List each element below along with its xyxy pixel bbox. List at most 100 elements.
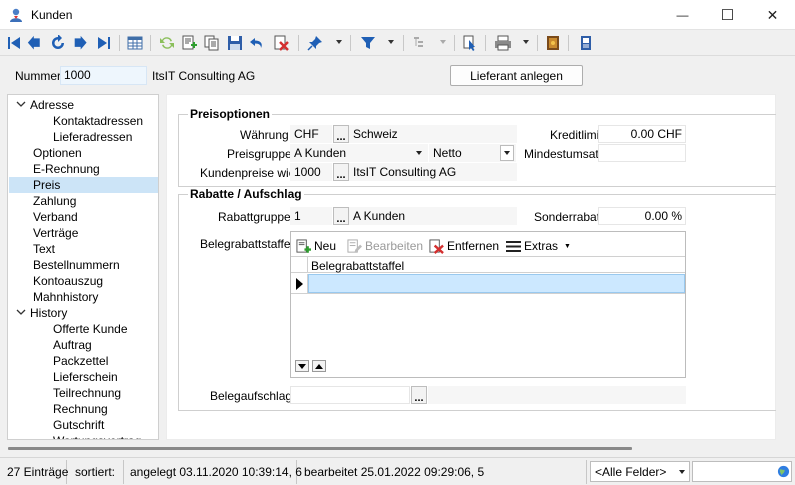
belegaufschlag-text <box>428 386 686 404</box>
chevron-down-icon[interactable] <box>16 99 26 111</box>
sonderrabatt-input[interactable]: 0.00 % <box>598 207 686 225</box>
tree-item-bestellnummern[interactable]: Bestellnummern <box>33 257 120 273</box>
tree-item-lieferadressen[interactable]: Lieferadressen <box>53 129 132 145</box>
kundenpreise-label: Kundenpreise wie <box>200 166 296 180</box>
kundenpreise-lookup-button[interactable]: ... <box>333 163 349 181</box>
tree-item-packzettel[interactable]: Packzettel <box>53 353 108 369</box>
tree-item-text[interactable]: Text <box>33 241 55 257</box>
tree-item-rechnung[interactable]: Rechnung <box>53 401 108 417</box>
rabattgruppe-lookup-button[interactable]: ... <box>333 207 349 225</box>
mindestumsatz-label: Mindestumsatz <box>524 147 605 161</box>
neu-button[interactable]: Neu <box>296 238 336 254</box>
tree-item-lieferschein[interactable]: Lieferschein <box>53 369 118 385</box>
waehrung-lookup-button[interactable]: ... <box>333 125 349 143</box>
nummer-input[interactable]: 1000 <box>60 66 147 85</box>
mindestumsatz-input[interactable] <box>598 144 686 162</box>
toolbar-separator <box>350 35 351 51</box>
move-down-button[interactable] <box>295 360 309 372</box>
chevron-down-icon[interactable] <box>675 464 689 479</box>
vertical-scrollbar[interactable] <box>776 56 795 456</box>
row-cell[interactable] <box>308 274 685 293</box>
pin-dropdown-icon[interactable] <box>336 40 342 44</box>
kundenpreise-input[interactable]: 1000 <box>290 163 332 181</box>
lieferant-anlegen-button[interactable]: Lieferant anlegen <box>450 65 583 86</box>
waehrung-text: Schweiz <box>349 125 517 143</box>
extras-button[interactable]: Extras ▼ <box>506 238 571 254</box>
created-info: angelegt 03.11.2020 10:39:14, 6 <box>125 460 302 484</box>
previous-record-icon[interactable] <box>26 34 44 52</box>
first-record-icon[interactable] <box>5 34 23 52</box>
tree-item-auftrag[interactable]: Auftrag <box>53 337 92 353</box>
maximize-icon: ☐ <box>720 7 735 24</box>
table-view-icon[interactable] <box>126 34 144 52</box>
toolbar-separator <box>403 35 404 51</box>
details-icon[interactable] <box>577 34 595 52</box>
select-document-icon[interactable] <box>461 34 479 52</box>
rabattgruppe-label: Rabattgruppe <box>218 210 291 224</box>
search-input[interactable] <box>692 461 792 482</box>
search-field-select[interactable]: <Alle Felder> <box>590 461 690 482</box>
save-icon[interactable] <box>226 34 244 52</box>
waehrung-input[interactable]: CHF <box>290 125 332 143</box>
close-button[interactable]: ✕ <box>750 0 795 30</box>
tree-item-teilrechnung[interactable]: Teilrechnung <box>53 385 121 401</box>
next-record-icon[interactable] <box>72 34 90 52</box>
undo-icon[interactable] <box>249 34 267 52</box>
filter-icon[interactable] <box>359 34 377 52</box>
book-icon[interactable] <box>544 34 562 52</box>
user-app-icon <box>8 7 24 23</box>
last-record-icon[interactable] <box>95 34 113 52</box>
tree-item-optionen[interactable]: Optionen <box>33 145 82 161</box>
tree-item-kontoauszug[interactable]: Kontoauszug <box>33 273 103 289</box>
preisgruppe-select[interactable]: A Kunden <box>290 144 428 162</box>
delete-record-icon[interactable] <box>272 34 290 52</box>
new-record-icon[interactable] <box>180 34 198 52</box>
chevron-down-icon: ▼ <box>564 242 571 250</box>
toolbar-separator <box>119 35 120 51</box>
tree-item-verband[interactable]: Verband <box>33 209 78 225</box>
tree-item-kontaktadressen[interactable]: Kontaktadressen <box>53 113 143 129</box>
column-header-belegrabattstaffel[interactable]: Belegrabattstaffel <box>311 259 404 273</box>
reload-record-icon[interactable] <box>49 34 67 52</box>
entfernen-button[interactable]: Entfernen <box>429 238 499 254</box>
tree-item-offerte-kunde[interactable]: Offerte Kunde <box>53 321 128 337</box>
tree-item-zahlung[interactable]: Zahlung <box>33 193 76 209</box>
filter-dropdown-icon[interactable] <box>388 40 394 44</box>
bearbeiten-button[interactable]: Bearbeiten <box>347 238 423 254</box>
belegaufschlag-input[interactable] <box>290 386 410 404</box>
tree-item-gutschrift[interactable]: Gutschrift <box>53 417 104 433</box>
kreditlimit-input[interactable]: 0.00 CHF <box>598 125 686 143</box>
chevron-down-icon[interactable] <box>500 145 514 161</box>
tree-item-mahnhistory[interactable]: Mahnhistory <box>33 289 98 305</box>
minimize-button[interactable]: — <box>660 0 705 30</box>
table-row[interactable] <box>291 274 685 294</box>
chevron-down-icon[interactable] <box>16 307 26 319</box>
tree-dropdown-icon[interactable] <box>440 40 446 44</box>
tree-item-wartungsvertrag[interactable]: Wartungsvertrag <box>53 433 141 439</box>
globe-search-icon <box>777 465 790 478</box>
toolbar-separator <box>150 35 151 51</box>
move-up-button[interactable] <box>312 360 326 372</box>
tree-item-preis[interactable]: Preis <box>9 177 158 193</box>
print-icon[interactable] <box>494 34 512 52</box>
tree-view-icon[interactable] <box>411 34 429 52</box>
chevron-down-icon[interactable] <box>412 145 426 161</box>
tree-item-vertr-ge[interactable]: Verträge <box>33 225 78 241</box>
new-icon <box>296 238 311 253</box>
scrollbar-thumb[interactable] <box>8 447 632 450</box>
menu-icon <box>506 240 521 252</box>
close-icon: ✕ <box>766 6 779 23</box>
tree-item-e-rechnung[interactable]: E-Rechnung <box>33 161 100 177</box>
pin-icon[interactable] <box>306 34 324 52</box>
print-dropdown-icon[interactable] <box>523 40 529 44</box>
edit-icon <box>347 238 362 253</box>
horizontal-scrollbar[interactable] <box>8 441 776 455</box>
belegaufschlag-lookup-button[interactable]: ... <box>411 386 427 404</box>
copy-record-icon[interactable] <box>203 34 221 52</box>
neu-label: Neu <box>314 239 337 253</box>
tree-item-history[interactable]: History <box>30 305 67 321</box>
maximize-button[interactable]: ☐ <box>705 0 750 30</box>
refresh-icon[interactable] <box>158 34 176 52</box>
rabattgruppe-input[interactable]: 1 <box>290 207 332 225</box>
tree-item-adresse[interactable]: Adresse <box>30 97 74 113</box>
